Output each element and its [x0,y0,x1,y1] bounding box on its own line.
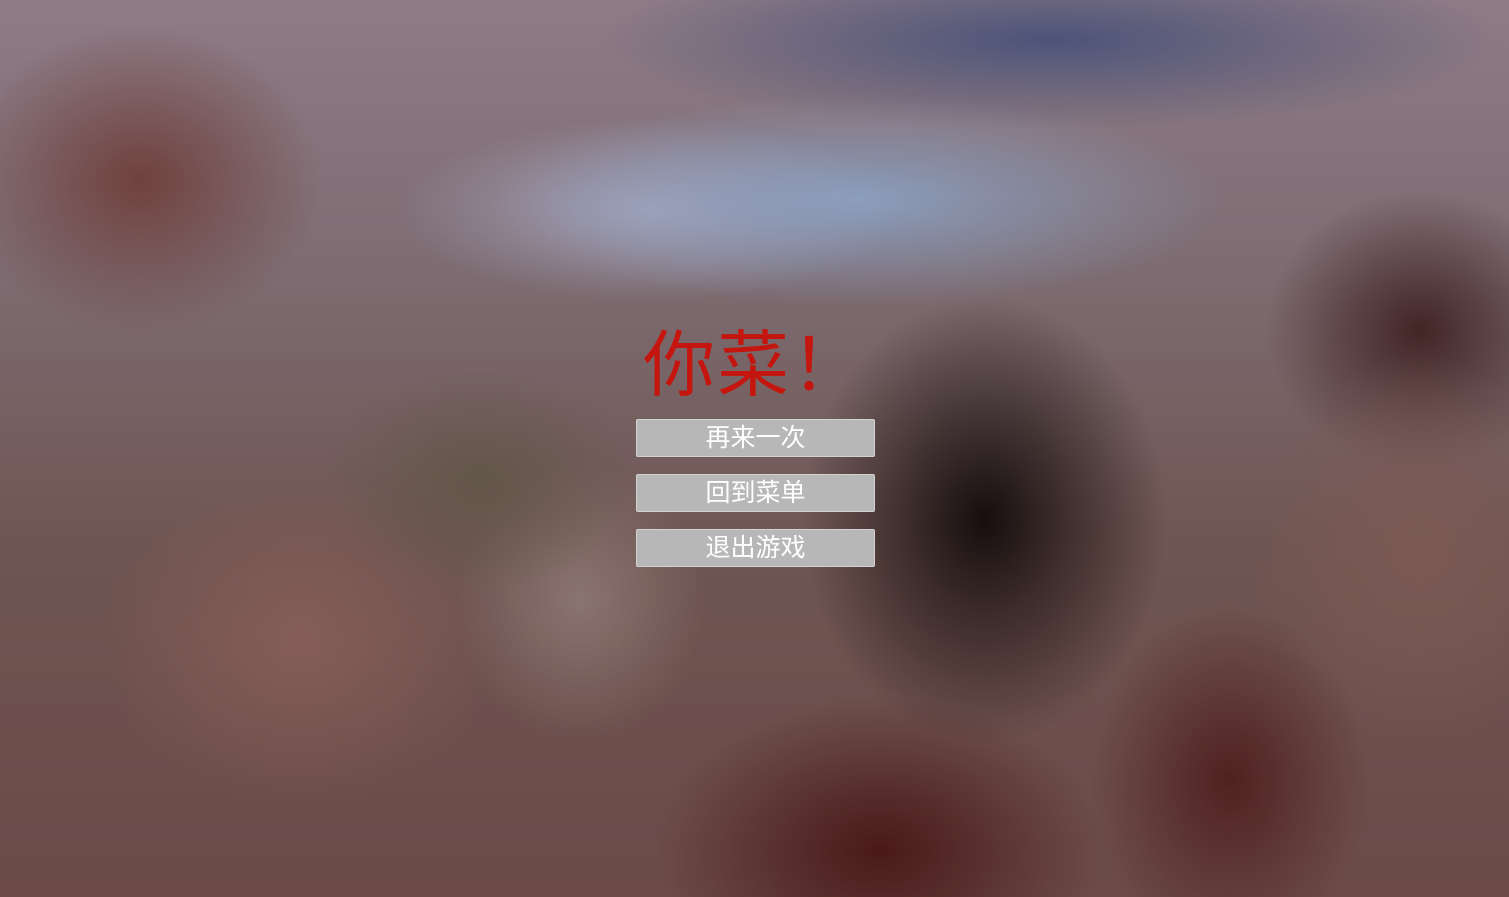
back-to-menu-button[interactable]: 回到菜单 [636,474,875,512]
game-over-screen: 你菜！ 再来一次 回到菜单 退出游戏 [0,0,1509,897]
game-over-title: 你菜！ [642,323,865,407]
retry-button[interactable]: 再来一次 [636,419,875,457]
quit-game-button[interactable]: 退出游戏 [636,529,875,567]
